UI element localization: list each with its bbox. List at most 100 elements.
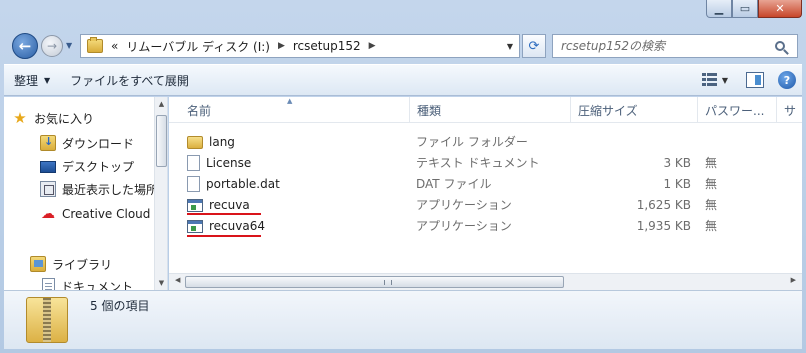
scroll-right-icon[interactable]: ▶ [791, 276, 796, 284]
item-count: 5 個の項目 [90, 299, 150, 313]
close-icon: ✕ [775, 2, 785, 15]
scroll-down-icon[interactable]: ▼ [155, 276, 167, 290]
file-size: 1,625 KB [636, 197, 691, 212]
file-size: 1 KB [663, 176, 691, 191]
column-label: 圧縮サイズ [578, 103, 638, 118]
minimize-icon: ▁ [714, 2, 724, 15]
column-header-compressed-size[interactable]: 圧縮サイズ [571, 97, 698, 123]
recent-pages-dropdown[interactable]: ▼ [66, 41, 72, 50]
arrow-left-icon: ← [18, 37, 32, 55]
file-list: 名前 ▲ 種類 圧縮サイズ パスワー... サ lang ファイル フォルダー … [169, 97, 802, 290]
scroll-thumb[interactable] [185, 276, 564, 288]
nav-item-desktop[interactable]: デスクトップ [40, 155, 134, 177]
column-label: パスワー... [705, 103, 765, 118]
file-row[interactable]: recuva64 アプリケーション 1,935 KB 無 [169, 215, 802, 236]
scroll-left-icon[interactable]: ◀ [175, 276, 180, 284]
forward-button[interactable]: → [41, 35, 63, 57]
file-row[interactable]: lang ファイル フォルダー [169, 131, 802, 152]
breadcrumb-chevron-icon[interactable]: ▶ [274, 41, 289, 51]
file-name: recuva [209, 197, 250, 212]
command-bar: 整理 ▼ ファイルをすべて展開 ▼ ? [4, 64, 802, 96]
text-file-icon [187, 154, 200, 171]
column-header-type[interactable]: 種類 [410, 97, 571, 123]
details-pane: 5 個の項目 [4, 290, 802, 349]
grip-icon [384, 280, 392, 285]
scroll-up-icon[interactable]: ▲ [155, 97, 167, 111]
minimize-button[interactable]: ▁ [706, 0, 732, 18]
breadcrumb-chevron-icon[interactable]: ▶ [365, 41, 380, 51]
nav-item-libraries[interactable]: ライブラリ [30, 253, 112, 275]
nav-item-creative-cloud[interactable]: ☁ Creative Cloud [40, 203, 150, 225]
back-button[interactable]: ← [12, 33, 38, 59]
file-list-horizontal-scrollbar[interactable]: ◀ ▶ [169, 273, 802, 290]
creative-cloud-icon: ☁ [41, 206, 55, 222]
file-row[interactable]: portable.dat DAT ファイル 1 KB 無 [169, 173, 802, 194]
nav-vertical-scrollbar[interactable]: ▲ ▼ [154, 97, 167, 290]
explorer-window: ▁ ▭ ✕ ← → ▼ « リムーバブル ディスク (I:) ▶ rcsetup… [0, 0, 806, 353]
nav-item-downloads[interactable]: ダウンロード [40, 132, 134, 154]
downloads-icon [40, 135, 56, 151]
address-bar[interactable]: « リムーバブル ディスク (I:) ▶ rcsetup152 ▶ ▼ [80, 34, 520, 58]
file-password: 無 [705, 177, 718, 191]
refresh-icon: ⟳ [528, 38, 540, 54]
libraries-icon [30, 256, 46, 272]
extract-all-button[interactable]: ファイルをすべて展開 [60, 68, 199, 92]
file-size: 3 KB [663, 155, 691, 170]
view-options-icon[interactable] [701, 73, 718, 87]
view-dropdown-icon[interactable]: ▼ [722, 76, 728, 85]
documents-icon [42, 278, 55, 290]
folder-icon [87, 37, 103, 53]
nav-label: デスクトップ [62, 159, 135, 174]
arrow-right-icon: → [46, 39, 58, 53]
address-dropdown-icon[interactable]: ▼ [501, 42, 519, 51]
nav-label: ダウンロード [62, 136, 135, 151]
desktop-icon [40, 161, 56, 173]
nav-item-recent-places[interactable]: 最近表示した場所 [40, 178, 158, 200]
nav-label: Creative Cloud [62, 207, 151, 221]
maximize-button[interactable]: ▭ [732, 0, 758, 18]
zip-folder-icon [26, 297, 68, 343]
file-row[interactable]: License テキスト ドキュメント 3 KB 無 [169, 152, 802, 173]
nav-item-documents[interactable]: ドキュメント [42, 275, 133, 290]
column-label: 種類 [417, 103, 442, 118]
column-header-row: 名前 ▲ 種類 圧縮サイズ パスワー... サ [169, 97, 802, 123]
organize-label: 整理 [14, 73, 39, 88]
navigation-pane: ★ お気に入り ダウンロード デスクトップ 最近表示した場所 ☁ Creativ… [4, 97, 168, 290]
file-name: portable.dat [206, 176, 280, 191]
breadcrumb-overflow[interactable]: « [107, 39, 122, 53]
preview-pane-icon[interactable] [746, 72, 764, 88]
file-name: License [206, 155, 252, 170]
breadcrumb-drive[interactable]: リムーバブル ディスク (I:) [122, 38, 274, 55]
extract-all-label: ファイルをすべて展開 [70, 73, 189, 88]
file-name: recuva64 [209, 218, 265, 233]
column-label: サ [784, 103, 797, 118]
file-password: 無 [705, 198, 718, 212]
navigation-row: ← → ▼ « リムーバブル ディスク (I:) ▶ rcsetup152 ▶ … [8, 30, 802, 62]
column-header-password[interactable]: パスワー... [698, 97, 777, 123]
breadcrumb-folder[interactable]: rcsetup152 [289, 39, 365, 53]
nav-label: 最近表示した場所 [62, 182, 159, 197]
file-row[interactable]: recuva アプリケーション 1,625 KB 無 [169, 194, 802, 215]
scroll-thumb[interactable] [156, 115, 167, 167]
search-input[interactable] [553, 39, 773, 53]
search-icon[interactable] [775, 41, 785, 51]
star-icon: ★ [13, 109, 27, 127]
column-label: 名前 [187, 103, 212, 118]
nav-item-favorites[interactable]: ★ お気に入り [12, 107, 94, 129]
folder-icon [187, 136, 203, 149]
help-icon[interactable]: ? [778, 71, 796, 89]
column-header-name[interactable]: 名前 [180, 97, 410, 123]
file-size: 1,935 KB [636, 218, 691, 233]
nav-label: ドキュメント [61, 279, 134, 291]
organize-button[interactable]: 整理 ▼ [4, 68, 60, 92]
file-password: 無 [705, 219, 718, 233]
file-password: 無 [705, 156, 718, 170]
column-header-more[interactable]: サ [777, 97, 802, 123]
window-caption-buttons: ▁ ▭ ✕ [706, 0, 802, 18]
recent-places-icon [40, 181, 56, 197]
sort-ascending-icon: ▲ [287, 97, 293, 105]
file-name: lang [209, 134, 235, 149]
refresh-button[interactable]: ⟳ [522, 34, 546, 58]
search-box[interactable] [552, 34, 798, 58]
close-button[interactable]: ✕ [758, 0, 802, 18]
